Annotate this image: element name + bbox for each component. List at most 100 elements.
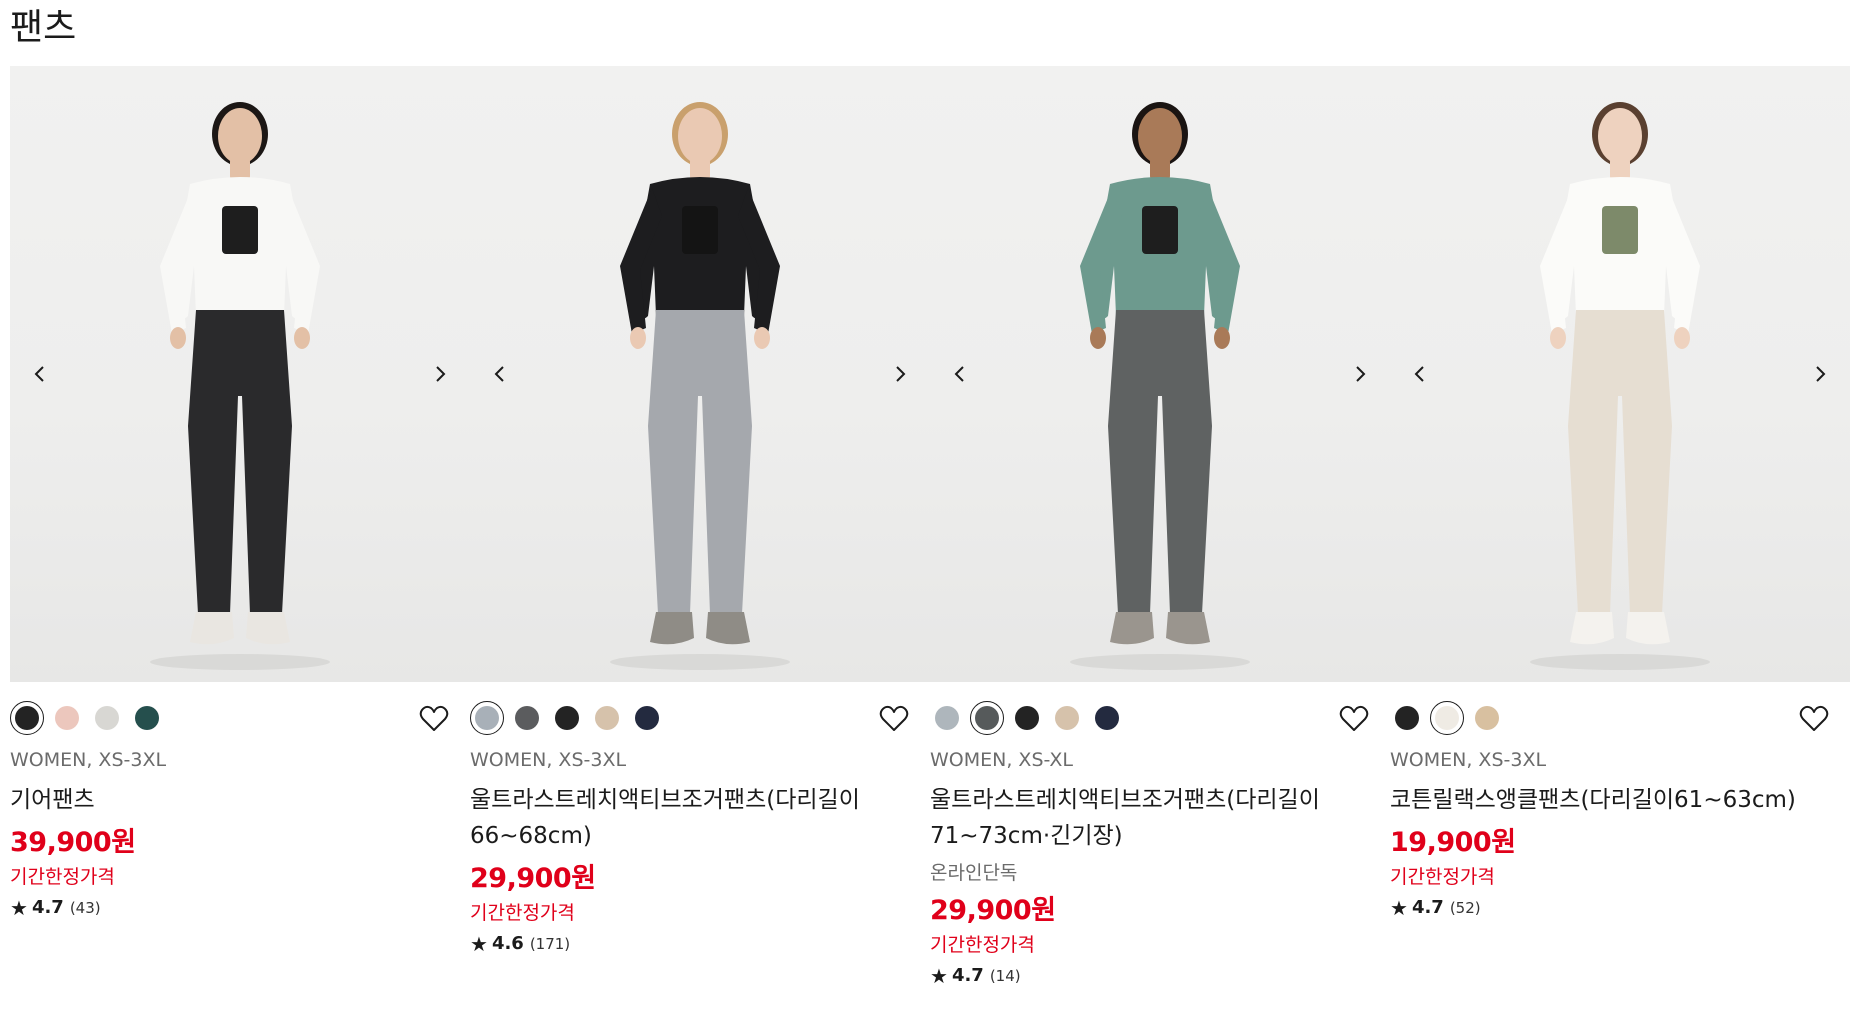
color-swatch-dot <box>555 706 579 730</box>
color-swatch[interactable] <box>550 701 584 735</box>
product-gender-size: WOMEN, XS-3XL <box>10 749 167 771</box>
section-title: 팬츠 <box>10 7 77 48</box>
product-image <box>1530 102 1710 670</box>
star-icon: ★ <box>1390 896 1408 920</box>
product-price: 39,900원 <box>10 827 136 858</box>
product-price: 29,900원 <box>930 895 1056 926</box>
chevron-left-icon <box>1414 366 1424 382</box>
chevron-right-icon <box>436 366 446 382</box>
color-swatch[interactable] <box>930 701 964 735</box>
color-swatch-dot <box>475 706 499 730</box>
wishlist-heart-icon[interactable] <box>1338 703 1370 735</box>
product-rating: ★ 4.6 (171) <box>470 930 930 958</box>
color-swatch-dot <box>1055 706 1079 730</box>
color-swatch[interactable] <box>1090 701 1124 735</box>
limited-price-label: 기간한정가격 <box>1390 866 1495 888</box>
color-swatch[interactable] <box>1390 701 1424 735</box>
product-card[interactable]: WOMEN, XS-3XL 울트라스트레치액티브조거팬츠(다리길이66~68cm… <box>470 66 930 990</box>
online-exclusive-label: 온라인단독 <box>930 862 1018 884</box>
color-swatch[interactable] <box>1010 701 1044 735</box>
product-listing-page: 팬츠 WOMEN, XS-3XL 기어팬츠 39,900원 기간한정가격 ★ 4… <box>0 0 1859 1017</box>
chevron-left-icon <box>34 366 44 382</box>
review-count: (14) <box>989 967 1021 985</box>
color-swatch-dot <box>15 706 39 730</box>
color-swatch[interactable] <box>50 701 84 735</box>
color-swatch[interactable] <box>510 701 544 735</box>
product-image-carousel[interactable] <box>470 66 930 682</box>
carousel-next-button[interactable] <box>880 354 920 394</box>
color-swatch-dot <box>515 706 539 730</box>
color-swatch[interactable] <box>470 701 504 735</box>
color-swatch-dot <box>1475 706 1499 730</box>
rating-score: 4.6 <box>491 933 524 954</box>
color-swatch[interactable] <box>590 701 624 735</box>
color-swatch-dot <box>1095 706 1119 730</box>
product-card[interactable]: WOMEN, XS-3XL 코튼릴랙스앵클팬츠(다리길이61~63cm) 19,… <box>1390 66 1850 990</box>
color-swatch-dot <box>1395 706 1419 730</box>
color-swatch-dot <box>935 706 959 730</box>
color-swatch[interactable] <box>130 701 164 735</box>
color-swatch-list <box>1390 699 1850 737</box>
product-name[interactable]: 코튼릴랙스앵클팬츠(다리길이61~63cm) <box>1390 782 1850 818</box>
carousel-prev-button[interactable] <box>480 354 520 394</box>
product-image <box>1070 102 1250 670</box>
chevron-right-icon <box>1816 366 1826 382</box>
color-swatch-list <box>930 699 1390 737</box>
color-swatch-dot <box>95 706 119 730</box>
product-card[interactable]: WOMEN, XS-XL 울트라스트레치액티브조거팬츠(다리길이71~73cm·… <box>930 66 1390 990</box>
limited-price-label: 기간한정가격 <box>930 934 1035 956</box>
product-name[interactable]: 울트라스트레치액티브조거팬츠(다리길이71~73cm·긴기장) <box>930 782 1390 854</box>
product-rating: ★ 4.7 (14) <box>930 962 1390 990</box>
rating-score: 4.7 <box>31 897 64 918</box>
color-swatch[interactable] <box>90 701 124 735</box>
product-image-carousel[interactable] <box>930 66 1390 682</box>
product-name[interactable]: 울트라스트레치액티브조거팬츠(다리길이66~68cm) <box>470 782 930 854</box>
color-swatch-list <box>10 699 470 737</box>
color-swatch-dot <box>595 706 619 730</box>
color-swatch[interactable] <box>970 701 1004 735</box>
carousel-next-button[interactable] <box>420 354 460 394</box>
product-grid: WOMEN, XS-3XL 기어팬츠 39,900원 기간한정가격 ★ 4.7 … <box>10 66 1850 990</box>
rating-score: 4.7 <box>1411 897 1444 918</box>
carousel-next-button[interactable] <box>1800 354 1840 394</box>
product-gender-size: WOMEN, XS-3XL <box>1390 749 1547 771</box>
color-swatch[interactable] <box>630 701 664 735</box>
color-swatch-dot <box>55 706 79 730</box>
star-icon: ★ <box>10 896 28 920</box>
rating-score: 4.7 <box>951 965 984 986</box>
color-swatch-dot <box>635 706 659 730</box>
color-swatch[interactable] <box>10 701 44 735</box>
color-swatch[interactable] <box>1430 701 1464 735</box>
review-count: (171) <box>529 935 571 953</box>
color-swatch[interactable] <box>1470 701 1504 735</box>
wishlist-heart-icon[interactable] <box>418 703 450 735</box>
carousel-prev-button[interactable] <box>1400 354 1440 394</box>
color-swatch-dot <box>1435 706 1459 730</box>
carousel-prev-button[interactable] <box>940 354 980 394</box>
product-image-carousel[interactable] <box>1390 66 1850 682</box>
star-icon: ★ <box>930 964 948 988</box>
review-count: (43) <box>69 899 101 917</box>
color-swatch-list <box>470 699 930 737</box>
product-name[interactable]: 기어팬츠 <box>10 782 470 818</box>
wishlist-heart-icon[interactable] <box>878 703 910 735</box>
color-swatch[interactable] <box>1050 701 1084 735</box>
chevron-right-icon <box>896 366 906 382</box>
carousel-prev-button[interactable] <box>20 354 60 394</box>
product-price: 29,900원 <box>470 863 596 894</box>
carousel-next-button[interactable] <box>1340 354 1380 394</box>
chevron-left-icon <box>494 366 504 382</box>
product-image <box>150 102 330 670</box>
product-gender-size: WOMEN, XS-XL <box>930 749 1074 771</box>
color-swatch-dot <box>1015 706 1039 730</box>
limited-price-label: 기간한정가격 <box>470 902 575 924</box>
product-image <box>610 102 790 670</box>
product-rating: ★ 4.7 (52) <box>1390 894 1850 922</box>
color-swatch-dot <box>135 706 159 730</box>
product-price: 19,900원 <box>1390 827 1516 858</box>
product-image-carousel[interactable] <box>10 66 470 682</box>
product-rating: ★ 4.7 (43) <box>10 894 470 922</box>
product-card[interactable]: WOMEN, XS-3XL 기어팬츠 39,900원 기간한정가격 ★ 4.7 … <box>10 66 470 990</box>
wishlist-heart-icon[interactable] <box>1798 703 1830 735</box>
color-swatch-dot <box>975 706 999 730</box>
